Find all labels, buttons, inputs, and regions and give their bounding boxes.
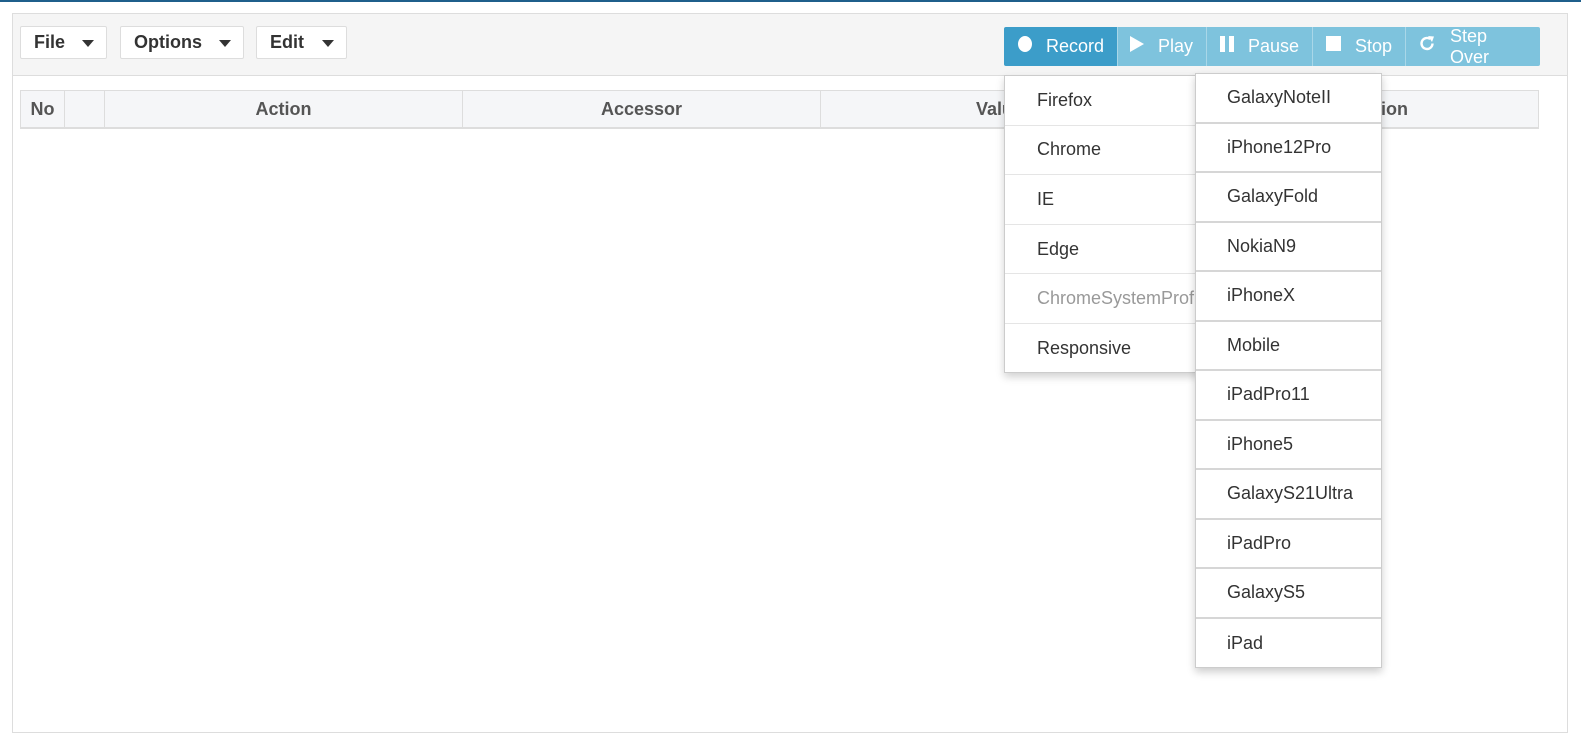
caret-down-icon (219, 40, 231, 47)
caret-down-icon (322, 40, 334, 47)
device-dropdown-menu: GalaxyNoteII iPhone12Pro GalaxyFold Noki… (1195, 73, 1382, 668)
pause-label: Pause (1247, 36, 1299, 56)
file-menu-label: File (34, 32, 66, 52)
column-header-no[interactable]: No (21, 91, 65, 128)
column-header-accessor[interactable]: Accessor (463, 91, 821, 128)
edit-menu-button[interactable]: Edit (256, 26, 347, 59)
play-button[interactable]: Play (1118, 27, 1207, 66)
column-header-blank[interactable] (65, 91, 105, 128)
options-menu-button[interactable]: Options (120, 26, 244, 59)
pause-button[interactable]: Pause (1207, 27, 1313, 66)
edit-menu-label: Edit (270, 32, 304, 52)
browser-dropdown-menu: Firefox Chrome IE Edge ChromeSystemProfi… (1004, 75, 1201, 373)
device-item-galaxys5[interactable]: GalaxyS5 (1196, 569, 1381, 619)
device-item-ipadpro[interactable]: iPadPro (1196, 520, 1381, 569)
file-menu-button[interactable]: File (20, 26, 107, 59)
browser-item-chrome-system-profile[interactable]: ChromeSystemProfile (1005, 274, 1200, 324)
step-over-label: Step Over (1450, 25, 1490, 67)
browser-item-ie[interactable]: IE (1005, 175, 1200, 225)
redo-icon (1419, 35, 1436, 52)
top-border (0, 0, 1581, 2)
play-label: Play (1158, 36, 1194, 56)
options-menu-label: Options (134, 32, 202, 52)
device-item-galaxynoteii[interactable]: GalaxyNoteII (1196, 74, 1381, 124)
record-circle-icon (1018, 35, 1032, 52)
recorder-controls: Record Play Pause Stop Step Over (1004, 25, 1540, 67)
stop-label: Stop (1354, 36, 1392, 56)
device-item-nokian9[interactable]: NokiaN9 (1196, 223, 1381, 272)
record-button[interactable]: Record (1004, 27, 1118, 66)
caret-down-icon (82, 40, 94, 47)
device-item-iphone12pro[interactable]: iPhone12Pro (1196, 124, 1381, 173)
browser-item-firefox[interactable]: Firefox (1005, 76, 1200, 126)
stop-icon (1326, 36, 1341, 51)
column-header-action[interactable]: Action (105, 91, 463, 128)
device-item-iphone5[interactable]: iPhone5 (1196, 421, 1381, 470)
device-item-galaxyfold[interactable]: GalaxyFold (1196, 173, 1381, 223)
browser-item-edge[interactable]: Edge (1005, 225, 1200, 275)
browser-item-chrome[interactable]: Chrome (1005, 126, 1200, 176)
device-item-ipad[interactable]: iPad (1196, 619, 1381, 669)
record-label: Record (1045, 36, 1104, 56)
pause-icon (1219, 35, 1234, 52)
browser-item-responsive[interactable]: Responsive (1005, 324, 1200, 372)
device-item-mobile[interactable]: Mobile (1196, 322, 1381, 371)
device-item-iphonex[interactable]: iPhoneX (1196, 272, 1381, 322)
device-item-galaxys21ultra[interactable]: GalaxyS21Ultra (1196, 470, 1381, 520)
play-icon (1130, 35, 1144, 52)
device-item-ipadpro11[interactable]: iPadPro11 (1196, 371, 1381, 421)
stop-button[interactable]: Stop (1313, 27, 1406, 66)
step-over-button[interactable]: Step Over (1406, 25, 1540, 67)
